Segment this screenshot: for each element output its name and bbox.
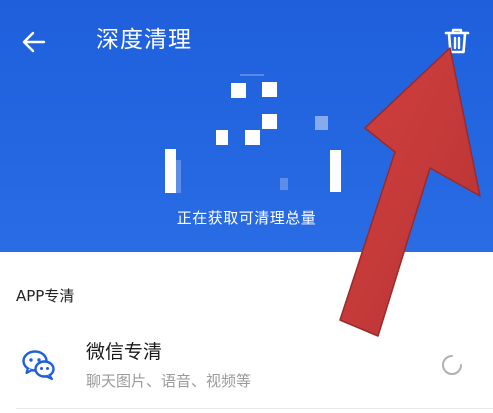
deep-clean-screen: 深度清理 正在获取可清理总量 APP专清 微信专清 聊天图片、语音、视频等 [0, 0, 493, 413]
scan-pixel [176, 160, 181, 193]
scan-pixel [315, 116, 328, 130]
scan-pixel [231, 83, 246, 98]
scan-pixel [245, 130, 260, 145]
item-subtitle: 聊天图片、语音、视频等 [86, 372, 252, 390]
scan-pixel [280, 178, 288, 190]
scan-pixel [262, 82, 277, 97]
scan-pixel [262, 114, 277, 129]
scan-pixel [216, 130, 228, 145]
content-area: APP专清 微信专清 聊天图片、语音、视频等 [0, 252, 493, 413]
scan-pixel [330, 150, 341, 192]
list-item-wechat-clean[interactable]: 微信专清 聊天图片、语音、视频等 [0, 328, 493, 408]
loading-spinner-icon [442, 355, 462, 375]
divider [16, 408, 493, 409]
header: 深度清理 正在获取可清理总量 [0, 0, 493, 252]
scan-pixel [240, 74, 264, 76]
item-title: 微信专清 [86, 341, 163, 363]
scan-pixel [165, 149, 176, 193]
section-title: APP专清 [16, 287, 75, 305]
wechat-icon [22, 350, 55, 381]
scan-status-text: 正在获取可清理总量 [176, 209, 317, 227]
